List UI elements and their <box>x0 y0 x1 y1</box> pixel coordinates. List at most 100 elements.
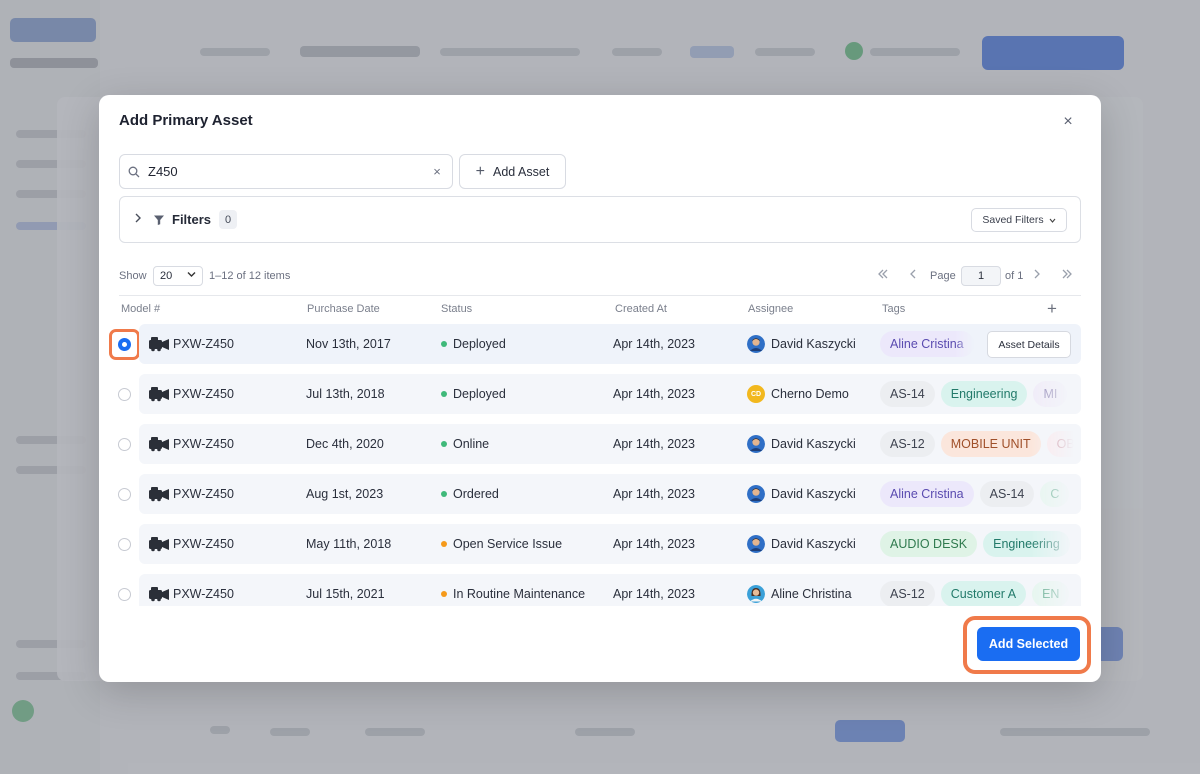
model-number: PXW-Z450 <box>173 437 234 451</box>
search-icon <box>120 166 148 178</box>
saved-filters-label: Saved Filters <box>982 214 1044 226</box>
chevron-right-icon[interactable] <box>134 212 142 226</box>
search-field[interactable]: × <box>119 154 453 189</box>
col-purchase-date[interactable]: Purchase Date <box>307 303 380 315</box>
asset-table-body: PXW-Z450 Nov 13th, 2017 Deployed Apr 14th, … <box>99 324 1101 606</box>
prev-page-icon[interactable] <box>909 268 917 282</box>
status-cell: Deployed <box>441 337 506 351</box>
tag-badge[interactable]: AS-12 <box>880 581 935 606</box>
camera-icon <box>148 586 170 606</box>
add-column-icon[interactable]: + <box>1047 299 1057 319</box>
close-icon[interactable]: × <box>1059 113 1077 131</box>
camera-icon <box>148 436 170 457</box>
status-cell: Deployed <box>441 387 506 401</box>
status-cell: Online <box>441 437 489 451</box>
created-at: Apr 14th, 2023 <box>613 387 696 401</box>
page-number-input[interactable]: 1 <box>961 266 1001 286</box>
tag-badge[interactable]: AS-12 <box>880 431 935 457</box>
row-select-radio[interactable] <box>118 438 131 451</box>
table-row[interactable]: PXW-Z450 May 11th, 2018 Open Service Issue… <box>139 524 1081 564</box>
created-at: Apr 14th, 2023 <box>613 437 696 451</box>
row-select-radio[interactable] <box>118 388 131 401</box>
purchase-date: Aug 1st, 2023 <box>306 487 384 501</box>
selected-radio-highlight <box>109 329 140 360</box>
add-asset-label: Add Asset <box>493 164 550 179</box>
tags-cell: AUDIO DESK Engineering <box>880 531 1074 557</box>
created-at: Apr 14th, 2023 <box>613 587 696 601</box>
tag-badge[interactable]: EN <box>1032 581 1070 606</box>
tag-badge[interactable]: Aline Cristina <box>880 481 974 507</box>
assignee-name: Cherno Demo <box>771 387 849 401</box>
plus-icon: + <box>475 162 486 180</box>
tag-badge[interactable]: Engineering <box>940 381 1028 407</box>
chevron-down-icon <box>1049 214 1056 226</box>
table-row[interactable]: PXW-Z450 Aug 1st, 2023 Ordered Apr 14th, 20… <box>139 474 1081 514</box>
tag-badge[interactable]: AS-14 <box>979 481 1035 507</box>
assignee-name: David Kaszycki <box>771 487 856 501</box>
page-size-select[interactable]: 20 <box>153 266 203 286</box>
page-size-value: 20 <box>160 270 173 282</box>
purchase-date: Nov 13th, 2017 <box>306 337 391 351</box>
purchase-date: May 11th, 2018 <box>306 537 392 551</box>
status-text: In Routine Maintenance <box>453 587 586 601</box>
clear-search-icon[interactable]: × <box>422 164 452 179</box>
filters-label[interactable]: Filters <box>172 212 211 227</box>
purchase-date: Jul 13th, 2018 <box>306 387 385 401</box>
avatar <box>747 485 765 503</box>
add-asset-button[interactable]: + Add Asset <box>459 154 566 189</box>
show-label: Show <box>119 270 147 282</box>
status-dot-icon <box>441 391 447 397</box>
tag-badge[interactable]: Engineering <box>983 531 1070 557</box>
pagination-bar: Show 20 1–12 of 12 items Page 1 of 1 <box>119 266 1081 288</box>
tag-badge[interactable]: C <box>1040 481 1070 507</box>
table-header: Model # Purchase Date Status Created At … <box>119 299 1081 319</box>
tag-badge[interactable]: Customer A <box>940 581 1027 606</box>
col-created-at[interactable]: Created At <box>615 303 667 315</box>
status-dot-icon <box>441 541 447 547</box>
page-total: of 1 <box>1005 270 1024 282</box>
status-cell: Ordered <box>441 487 499 501</box>
page-label: Page <box>930 270 956 282</box>
table-row[interactable]: PXW-Z450 Nov 13th, 2017 Deployed Apr 14th, … <box>139 324 1081 364</box>
row-select-radio[interactable] <box>118 538 131 551</box>
created-at: Apr 14th, 2023 <box>613 487 696 501</box>
next-page-icon[interactable] <box>1033 268 1041 282</box>
status-text: Deployed <box>453 387 506 401</box>
table-divider <box>119 295 1081 296</box>
chevron-down-icon <box>187 270 196 280</box>
tag-badge[interactable]: OB <box>1046 431 1074 457</box>
status-dot-icon <box>441 441 447 447</box>
search-input[interactable] <box>148 164 422 179</box>
col-status[interactable]: Status <box>441 303 472 315</box>
asset-details-button[interactable]: Asset Details <box>987 331 1071 358</box>
col-tags[interactable]: Tags <box>882 303 905 315</box>
tags-cell: Aline Cristina <box>880 331 974 357</box>
assignee-name: David Kaszycki <box>771 537 856 551</box>
status-cell: Open Service Issue <box>441 537 562 551</box>
tag-badge[interactable]: MOBILE UNIT <box>940 431 1041 457</box>
last-page-icon[interactable] <box>1061 268 1073 282</box>
created-at: Apr 14th, 2023 <box>613 537 696 551</box>
tags-cell: AS-12 MOBILE UNIT OB <box>880 431 1074 457</box>
tag-badge[interactable]: Aline Cristina <box>880 331 974 357</box>
avatar <box>747 535 765 553</box>
tags-cell: AS-12 Customer A EN <box>880 581 1074 606</box>
col-assignee[interactable]: Assignee <box>748 303 793 315</box>
tag-badge[interactable]: AS-14 <box>880 381 935 407</box>
saved-filters-dropdown[interactable]: Saved Filters <box>971 208 1067 232</box>
table-row[interactable]: PXW-Z450 Dec 4th, 2020 Online Apr 14th, 202… <box>139 424 1081 464</box>
col-model[interactable]: Model # <box>121 303 160 315</box>
tag-badge[interactable]: AUDIO DESK <box>880 531 978 557</box>
assignee-name: David Kaszycki <box>771 437 856 451</box>
add-selected-button[interactable]: Add Selected <box>977 627 1080 661</box>
tag-badge[interactable]: MI <box>1033 381 1068 407</box>
status-dot-icon <box>441 491 447 497</box>
model-number: PXW-Z450 <box>173 587 234 601</box>
row-select-radio[interactable] <box>118 488 131 501</box>
modal-title: Add Primary Asset <box>119 112 253 129</box>
table-row[interactable]: PXW-Z450 Jul 13th, 2018 Deployed Apr 14th, … <box>139 374 1081 414</box>
camera-icon <box>148 536 170 557</box>
table-row[interactable]: PXW-Z450 Jul 15th, 2021 In Routine Mainten… <box>139 574 1081 606</box>
first-page-icon[interactable] <box>877 268 889 282</box>
row-select-radio[interactable] <box>118 588 131 601</box>
